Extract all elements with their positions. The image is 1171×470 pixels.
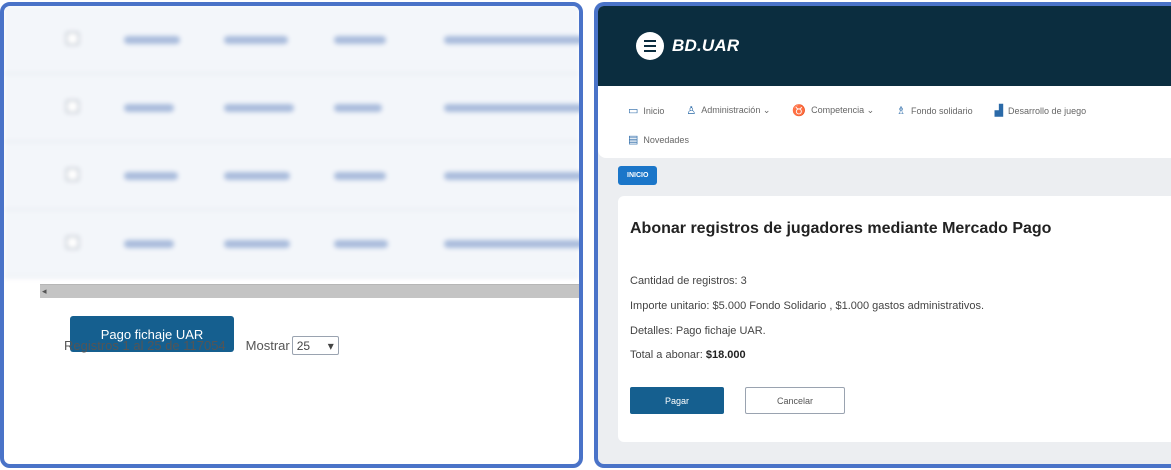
row-checkbox[interactable]	[66, 100, 79, 113]
nav-competencia[interactable]: ♉ Competencia ⌄	[792, 104, 874, 117]
chart-icon: ▟	[994, 105, 1004, 117]
left-screenshot-panel: ◂ Pago fichaje UAR Registros 1 al 25 de …	[0, 2, 583, 468]
row-checkbox[interactable]	[66, 236, 79, 249]
scroll-left-arrow-icon[interactable]: ◂	[42, 286, 47, 297]
person-icon: ♗	[896, 105, 907, 117]
chevron-down-icon: ▾	[327, 338, 334, 353]
breadcrumb-inicio[interactable]: INICIO	[618, 166, 658, 185]
blurred-records-table	[4, 6, 579, 300]
total-value: $18.000	[705, 349, 746, 361]
nav-desarrollo-de-juego[interactable]: ▟ Desarrollo de juego	[995, 104, 1087, 117]
brand-name[interactable]: BD.UAR	[672, 36, 739, 56]
table-row[interactable]	[4, 210, 579, 278]
row-checkbox[interactable]	[66, 168, 79, 181]
admin-icon: ♙	[686, 105, 697, 117]
logo-icon[interactable]	[636, 32, 664, 60]
news-icon: ▤	[628, 134, 639, 146]
pagar-button[interactable]: Pagar	[630, 387, 724, 414]
page-size-control: Mostrar 25 ▾	[246, 336, 339, 355]
pagination-info: Registros 1 al 25 de 117054 Mostrar 25 ▾	[64, 336, 339, 355]
card-title: Abonar registros de jugadores mediante M…	[630, 220, 1052, 237]
main-navbar: ▭ Inicio ♙ Administración ⌄ ♉ Competenci…	[598, 86, 1171, 158]
right-screenshot-panel: BD.UAR ▭ Inicio ♙ Administración ⌄ ♉ Com…	[594, 2, 1171, 468]
show-label: Mostrar	[245, 338, 290, 353]
table-row[interactable]	[4, 6, 579, 74]
monitor-icon: ▭	[628, 105, 639, 117]
horizontal-scrollbar[interactable]: ◂	[40, 284, 579, 298]
row-checkbox[interactable]	[66, 32, 79, 45]
nav-administracion[interactable]: ♙ Administración ⌄	[686, 104, 770, 117]
details-text: Detalles: Pago fichaje UAR.	[630, 325, 766, 337]
table-row[interactable]	[4, 74, 579, 142]
cancelar-button[interactable]: Cancelar	[745, 387, 845, 414]
page-size-select[interactable]: 25 ▾	[291, 336, 339, 355]
nav-fondo-solidario[interactable]: ♗ Fondo solidario	[896, 104, 972, 117]
table-row[interactable]	[4, 142, 579, 210]
payment-card: Abonar registros de jugadores mediante M…	[618, 196, 1171, 442]
total-label: Total a abonar:	[630, 349, 703, 361]
quantity-text: Cantidad de registros: 3	[630, 275, 747, 287]
total-line: Total a abonar: $18.000	[630, 349, 746, 361]
unit-price-text: Importe unitario: $5.000 Fondo Solidario…	[630, 300, 985, 312]
records-count-text: Registros 1 al 25 de 117054	[64, 338, 226, 353]
nav-inicio[interactable]: ▭ Inicio	[628, 104, 664, 117]
app-header: BD.UAR	[598, 6, 1171, 86]
trophy-icon: ♉	[792, 105, 807, 117]
nav-novedades[interactable]: ▤ Novedades	[628, 133, 689, 146]
